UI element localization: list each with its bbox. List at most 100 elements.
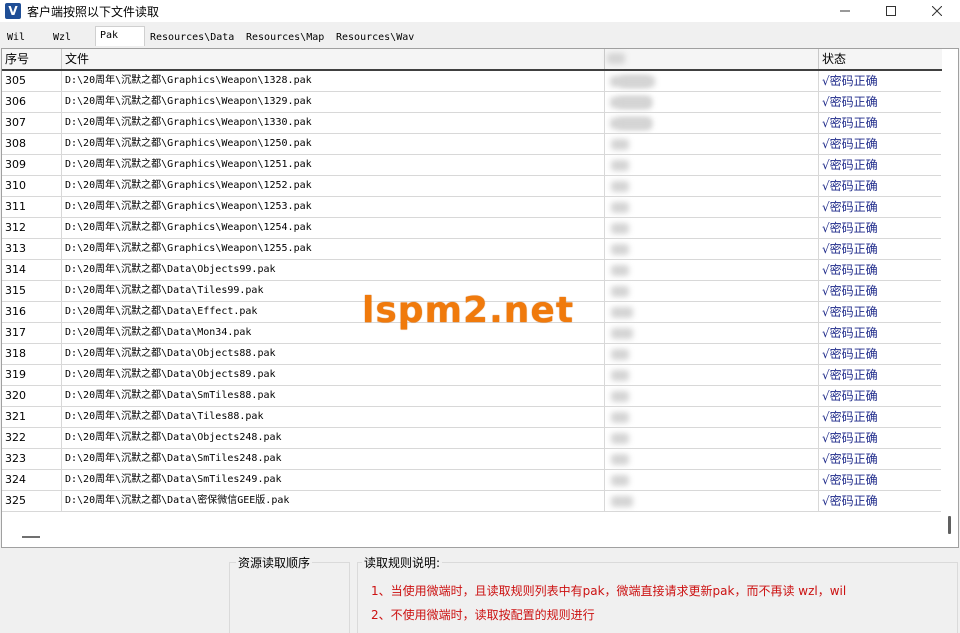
cell-status: √密码正确 bbox=[822, 95, 878, 109]
cell-index: 324 bbox=[2, 470, 62, 490]
maximize-icon bbox=[886, 6, 896, 16]
horizontal-scroll-indicator[interactable] bbox=[22, 536, 40, 538]
cell-index: 316 bbox=[2, 302, 62, 322]
window-title: 客户端按照以下文件读取 bbox=[27, 4, 160, 19]
cell-file-path: D:\20周年\沉默之都\Graphics\Weapon\1251.pak bbox=[62, 155, 605, 175]
cell-index: 311 bbox=[2, 197, 62, 217]
header-index[interactable]: 序号 bbox=[2, 49, 62, 69]
table-row[interactable]: 324 D:\20周年\沉默之都\Data\SmTiles249.pak √密码正确 bbox=[2, 470, 942, 491]
cell-file-path: D:\20周年\沉默之都\Data\SmTiles88.pak bbox=[62, 386, 605, 406]
cell-status: √密码正确 bbox=[822, 305, 878, 319]
cell-file-path: D:\20周年\沉默之都\Data\SmTiles248.pak bbox=[62, 449, 605, 469]
watermark-text: lspm2.net bbox=[362, 290, 575, 331]
tab-pak[interactable]: Pak bbox=[95, 26, 145, 46]
cell-index: 318 bbox=[2, 344, 62, 364]
minimize-icon bbox=[840, 10, 850, 12]
cell-status: √密码正确 bbox=[822, 200, 878, 214]
cell-index: 314 bbox=[2, 260, 62, 280]
cell-redacted bbox=[605, 365, 819, 385]
grid-header: 序号 文件 状态 bbox=[2, 49, 942, 71]
cell-redacted bbox=[605, 323, 819, 343]
cell-status: √密码正确 bbox=[822, 179, 878, 193]
cell-status: √密码正确 bbox=[822, 431, 878, 445]
table-row[interactable]: 305 D:\20周年\沉默之都\Graphics\Weapon\1328.pak… bbox=[2, 71, 942, 92]
cell-index: 321 bbox=[2, 407, 62, 427]
cell-file-path: D:\20周年\沉默之都\Graphics\Weapon\1330.pak bbox=[62, 113, 605, 133]
cell-file-path: D:\20周年\沉默之都\Graphics\Weapon\1253.pak bbox=[62, 197, 605, 217]
title-bar: V 客户端按照以下文件读取 bbox=[0, 0, 960, 22]
cell-index: 309 bbox=[2, 155, 62, 175]
tab-resources-map[interactable]: Resources\Map bbox=[241, 28, 329, 46]
rule-1: 1、当使用微端时，且读取规则列表中有pak，微端直接请求更新pak，而不再读 w… bbox=[371, 584, 847, 598]
cell-redacted bbox=[605, 155, 819, 175]
cell-index: 313 bbox=[2, 239, 62, 259]
cell-redacted bbox=[605, 218, 819, 238]
resource-order-title: 资源读取顺序 bbox=[236, 554, 313, 571]
header-file[interactable]: 文件 bbox=[62, 49, 605, 69]
table-row[interactable]: 321 D:\20周年\沉默之都\Data\Tiles88.pak √密码正确 bbox=[2, 407, 942, 428]
vertical-scrollbar[interactable] bbox=[941, 71, 958, 547]
header-status[interactable]: 状态 bbox=[819, 49, 942, 69]
cell-index: 320 bbox=[2, 386, 62, 406]
cell-status: √密码正确 bbox=[822, 74, 878, 88]
read-rules-title: 读取规则说明: bbox=[362, 554, 443, 571]
table-row[interactable]: 309 D:\20周年\沉默之都\Graphics\Weapon\1251.pak… bbox=[2, 155, 942, 176]
minimize-button[interactable] bbox=[822, 0, 868, 22]
cell-status: √密码正确 bbox=[822, 221, 878, 235]
table-row[interactable]: 320 D:\20周年\沉默之都\Data\SmTiles88.pak √密码正确 bbox=[2, 386, 942, 407]
app-icon: V bbox=[5, 3, 21, 19]
cell-status: √密码正确 bbox=[822, 473, 878, 487]
cell-status: √密码正确 bbox=[822, 452, 878, 466]
cell-index: 306 bbox=[2, 92, 62, 112]
cell-status: √密码正确 bbox=[822, 410, 878, 424]
scrollbar-thumb[interactable] bbox=[948, 516, 951, 534]
table-row[interactable]: 313 D:\20周年\沉默之都\Graphics\Weapon\1255.pak… bbox=[2, 239, 942, 260]
cell-file-path: D:\20周年\沉默之都\Data\Tiles88.pak bbox=[62, 407, 605, 427]
table-row[interactable]: 311 D:\20周年\沉默之都\Graphics\Weapon\1253.pak… bbox=[2, 197, 942, 218]
cell-index: 317 bbox=[2, 323, 62, 343]
cell-index: 323 bbox=[2, 449, 62, 469]
cell-file-path: D:\20周年\沉默之都\Data\Objects99.pak bbox=[62, 260, 605, 280]
tab-resources-data[interactable]: Resources\Data bbox=[145, 28, 239, 46]
cell-redacted bbox=[605, 239, 819, 259]
close-button[interactable] bbox=[914, 0, 960, 22]
cell-file-path: D:\20周年\沉默之都\Graphics\Weapon\1250.pak bbox=[62, 134, 605, 154]
rule-2: 2、不使用微端时，读取按配置的规则进行 bbox=[371, 608, 595, 622]
cell-status: √密码正确 bbox=[822, 347, 878, 361]
cell-file-path: D:\20周年\沉默之都\Data\Objects88.pak bbox=[62, 344, 605, 364]
tab-resources-wav[interactable]: Resources\Wav bbox=[331, 28, 419, 46]
cell-status: √密码正确 bbox=[822, 494, 878, 508]
cell-redacted bbox=[605, 281, 819, 301]
table-row[interactable]: 307 D:\20周年\沉默之都\Graphics\Weapon\1330.pak… bbox=[2, 113, 942, 134]
cell-index: 308 bbox=[2, 134, 62, 154]
maximize-button[interactable] bbox=[868, 0, 914, 22]
table-row[interactable]: 308 D:\20周年\沉默之都\Graphics\Weapon\1250.pak… bbox=[2, 134, 942, 155]
cell-redacted bbox=[605, 260, 819, 280]
table-row[interactable]: 318 D:\20周年\沉默之都\Data\Objects88.pak √密码正确 bbox=[2, 344, 942, 365]
bottom-panels: 资源读取顺序 读取规则说明: 1、当使用微端时，且读取规则列表中有pak，微端直… bbox=[0, 548, 960, 633]
tab-wil[interactable]: Wil bbox=[2, 28, 30, 46]
table-row[interactable]: 306 D:\20周年\沉默之都\Graphics\Weapon\1329.pak… bbox=[2, 92, 942, 113]
cell-index: 305 bbox=[2, 71, 62, 91]
header-redacted[interactable] bbox=[605, 49, 819, 69]
table-row[interactable]: 323 D:\20周年\沉默之都\Data\SmTiles248.pak √密码正确 bbox=[2, 449, 942, 470]
cell-file-path: D:\20周年\沉默之都\Data\密保微信GEE版.pak bbox=[62, 491, 605, 511]
cell-redacted bbox=[605, 176, 819, 196]
table-row[interactable]: 319 D:\20周年\沉默之都\Data\Objects89.pak √密码正确 bbox=[2, 365, 942, 386]
table-row[interactable]: 325 D:\20周年\沉默之都\Data\密保微信GEE版.pak √密码正确 bbox=[2, 491, 942, 512]
table-row[interactable]: 322 D:\20周年\沉默之都\Data\Objects248.pak √密码正确 bbox=[2, 428, 942, 449]
cell-redacted bbox=[605, 92, 819, 112]
cell-index: 315 bbox=[2, 281, 62, 301]
cell-status: √密码正确 bbox=[822, 284, 878, 298]
table-row[interactable]: 314 D:\20周年\沉默之都\Data\Objects99.pak √密码正确 bbox=[2, 260, 942, 281]
cell-status: √密码正确 bbox=[822, 389, 878, 403]
cell-index: 310 bbox=[2, 176, 62, 196]
table-row[interactable]: 312 D:\20周年\沉默之都\Graphics\Weapon\1254.pak… bbox=[2, 218, 942, 239]
cell-redacted bbox=[605, 491, 819, 511]
tab-wzl[interactable]: Wzl bbox=[48, 28, 76, 46]
cell-redacted bbox=[605, 449, 819, 469]
resource-order-group bbox=[229, 562, 350, 633]
cell-index: 322 bbox=[2, 428, 62, 448]
cell-redacted bbox=[605, 344, 819, 364]
table-row[interactable]: 310 D:\20周年\沉默之都\Graphics\Weapon\1252.pak… bbox=[2, 176, 942, 197]
